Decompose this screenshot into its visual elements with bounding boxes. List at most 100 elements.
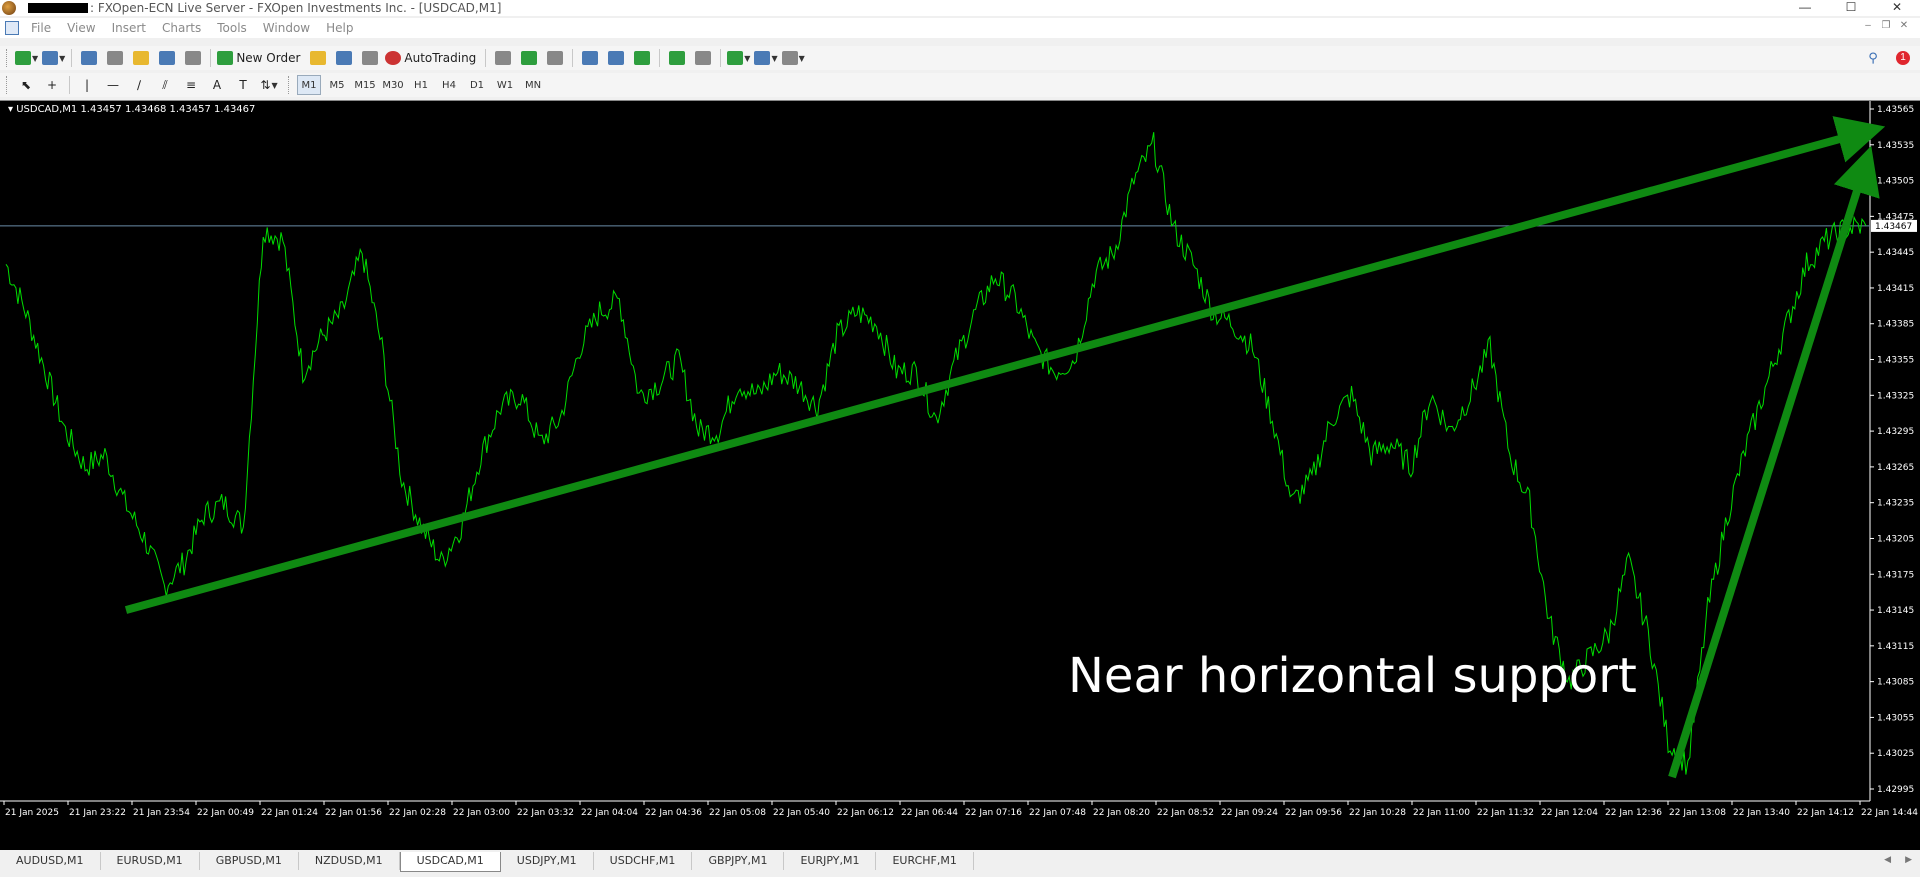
fibonacci-button[interactable]: ≡ — [180, 75, 202, 95]
symbol-tab-usdchf[interactable]: USDCHF,M1 — [594, 852, 693, 870]
autotrading-button[interactable]: AutoTrading — [385, 48, 479, 68]
symbol-tab-nzdusd[interactable]: NZDUSD,M1 — [299, 852, 400, 870]
chart-shift-icon — [695, 51, 712, 65]
chart-shift-button[interactable] — [692, 48, 714, 68]
chart-header: ▾ USDCAD,M1 1.43457 1.43468 1.43457 1.43… — [8, 104, 256, 115]
minimize-button[interactable]: — — [1782, 0, 1828, 16]
data-window-button[interactable] — [104, 48, 126, 68]
period-m1-button[interactable]: M1 — [297, 75, 321, 95]
close-button[interactable]: ✕ — [1874, 0, 1920, 16]
market-watch-button[interactable] — [78, 48, 100, 68]
price-chart[interactable]: 1.435651.435351.435051.434751.434451.434… — [0, 101, 1920, 851]
symbol-tab-eurusd[interactable]: EURUSD,M1 — [101, 852, 200, 870]
toolbar-grip — [288, 76, 291, 94]
tile-windows-icon — [634, 51, 651, 65]
templates-icon — [781, 51, 798, 65]
period-w1-button[interactable]: W1 — [493, 75, 517, 95]
periods-button[interactable]: ▼ — [754, 48, 778, 68]
child-close-icon[interactable]: ✕ — [1898, 20, 1910, 32]
price-tick-label: 1.43415 — [1877, 284, 1914, 294]
search-button[interactable]: ⚲ — [1862, 48, 1884, 68]
zoom-in-button[interactable] — [579, 48, 601, 68]
symbol-tab-eurchf[interactable]: EURCHF,M1 — [876, 852, 974, 870]
period-m30-button[interactable]: M30 — [381, 75, 405, 95]
arrows-button[interactable]: ⇅ ▼ — [258, 75, 280, 95]
indicators-button[interactable]: ▼ — [727, 48, 750, 68]
child-restore-icon[interactable]: ❐ — [1880, 20, 1892, 32]
text-button[interactable]: A — [206, 75, 228, 95]
crosshair-button[interactable]: + — [41, 75, 63, 95]
trendline-button[interactable]: ∕ — [128, 75, 150, 95]
symbol-tab-audusd[interactable]: AUDUSD,M1 — [0, 852, 101, 870]
line-chart-button[interactable] — [544, 48, 566, 68]
zoom-out-icon — [608, 51, 625, 65]
time-tick-label: 22 Jan 04:36 — [645, 808, 702, 818]
horizontal-line-button[interactable]: — — [102, 75, 124, 95]
profiles-button[interactable]: ▼ — [42, 48, 65, 68]
period-m15-button[interactable]: M15 — [353, 75, 377, 95]
price-tick-label: 1.43325 — [1877, 391, 1914, 401]
autoscroll-button[interactable] — [666, 48, 688, 68]
indicators-icon — [727, 51, 744, 65]
menu-charts[interactable]: Charts — [154, 21, 209, 35]
child-minimize-icon[interactable]: – — [1862, 20, 1874, 32]
crosshair-icon — [107, 51, 124, 65]
symbol-tab-usdjpy[interactable]: USDJPY,M1 — [501, 852, 594, 870]
new-chart-button[interactable]: ▼ — [15, 48, 38, 68]
new-order-button[interactable]: New Order — [217, 48, 303, 68]
templates-button[interactable]: ▼ — [781, 48, 805, 68]
period-h4-button[interactable]: H4 — [437, 75, 461, 95]
trend-arrow-steep — [1668, 145, 1880, 779]
period-h1-button[interactable]: H1 — [409, 75, 433, 95]
time-tick-label: 22 Jan 12:04 — [1541, 808, 1598, 818]
current-price-label: 1.43467 — [1875, 222, 1912, 232]
window-title-bar: : FXOpen-ECN Live Server - FXOpen Invest… — [0, 0, 1920, 16]
signals-button[interactable] — [333, 48, 355, 68]
candlestick-icon — [521, 51, 538, 65]
navigator-button[interactable] — [130, 48, 152, 68]
symbol-tab-eurjpy[interactable]: EURJPY,M1 — [784, 852, 877, 870]
equidistant-channel-button[interactable]: ⫽ — [154, 75, 176, 95]
scroll-right-icon[interactable]: ▶ — [1905, 854, 1912, 865]
metaeditor-button[interactable] — [307, 48, 329, 68]
period-m5-button[interactable]: M5 — [325, 75, 349, 95]
period-mn-button[interactable]: MN — [521, 75, 545, 95]
chart-window[interactable]: 1.43565 1.43535 1.43505 1.43475 1.43445 1.434… — [0, 100, 1920, 850]
candlestick-button[interactable] — [518, 48, 540, 68]
time-tick-label: 22 Jan 08:20 — [1093, 808, 1150, 818]
cursor-button[interactable]: ⬉ — [15, 75, 37, 95]
tile-windows-button[interactable] — [631, 48, 653, 68]
symbol-tab-gbpusd[interactable]: GBPUSD,M1 — [200, 852, 299, 870]
chart-window-icon[interactable] — [5, 21, 19, 35]
terminal-button[interactable] — [156, 48, 178, 68]
terminal-icon — [159, 51, 176, 65]
time-tick-label: 22 Jan 10:28 — [1349, 808, 1406, 818]
time-tick-label: 22 Jan 03:00 — [453, 808, 510, 818]
menu-tools[interactable]: Tools — [209, 21, 255, 35]
price-tick-label: 1.43295 — [1877, 427, 1914, 437]
strategy-tester-button[interactable] — [182, 48, 204, 68]
menu-help[interactable]: Help — [318, 21, 361, 35]
vertical-line-button[interactable]: | — [76, 75, 98, 95]
bar-chart-button[interactable] — [492, 48, 514, 68]
menu-insert[interactable]: Insert — [104, 21, 154, 35]
symbol-tab-gbpjpy[interactable]: GBPJPY,M1 — [692, 852, 785, 870]
maximize-button[interactable]: ☐ — [1828, 0, 1874, 16]
price-tick-label: 1.43145 — [1877, 606, 1914, 616]
time-tick-label: 22 Jan 08:52 — [1157, 808, 1214, 818]
period-d1-button[interactable]: D1 — [465, 75, 489, 95]
menu-view[interactable]: View — [59, 21, 103, 35]
zoom-out-button[interactable] — [605, 48, 627, 68]
time-tick-label: 22 Jan 04:04 — [581, 808, 638, 818]
menu-window[interactable]: Window — [255, 21, 318, 35]
symbol-tab-usdcad[interactable]: USDCAD,M1 — [399, 852, 501, 872]
scroll-left-icon[interactable]: ◀ — [1884, 854, 1891, 865]
time-tick-label: 22 Jan 14:12 — [1797, 808, 1854, 818]
notification-badge[interactable]: 1 — [1896, 51, 1910, 65]
text-label-button[interactable]: T — [232, 75, 254, 95]
vps-button[interactable] — [359, 48, 381, 68]
menu-file[interactable]: File — [23, 21, 59, 35]
clock-icon — [754, 51, 771, 65]
tab-scroll-arrows[interactable]: ◀ ▶ — [1884, 854, 1912, 865]
price-tick-label: 1.43565 — [1877, 105, 1914, 115]
